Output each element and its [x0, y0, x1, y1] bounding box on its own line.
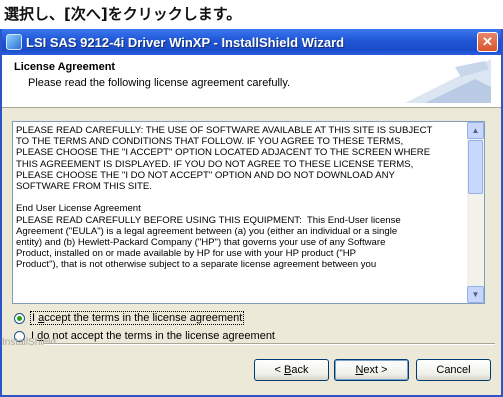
scroll-down-button[interactable]: ▼: [467, 286, 484, 303]
cancel-button[interactable]: Cancel: [416, 359, 491, 381]
next-button[interactable]: Next >: [334, 359, 409, 381]
instruction-caption: 選択し、[次へ]をクリックします。: [4, 5, 242, 23]
back-button[interactable]: < Back: [254, 359, 329, 381]
installer-window: LSI SAS 9212-4i Driver WinXP - InstallSh…: [0, 29, 503, 397]
decline-label[interactable]: I do not accept the terms in the license…: [31, 330, 275, 342]
accept-radio[interactable]: [14, 312, 25, 324]
license-scrollbar[interactable]: ▲ ▼: [467, 122, 484, 303]
arrow-up-icon: ▲: [471, 126, 480, 135]
close-icon: ✕: [482, 34, 493, 49]
accept-option[interactable]: I accept the terms in the license agreem…: [14, 310, 245, 326]
scroll-thumb[interactable]: [468, 140, 483, 194]
page-title: License Agreement: [14, 61, 116, 73]
header-panel: License Agreement Please read the follow…: [2, 55, 501, 108]
close-button[interactable]: ✕: [477, 32, 498, 52]
installer-app-icon: [6, 34, 22, 50]
footer-divider: [44, 343, 495, 345]
page-subtitle: Please read the following license agreem…: [28, 77, 291, 89]
arrow-down-icon: ▼: [471, 290, 480, 299]
installshield-graphic-icon: [405, 59, 491, 103]
title-bar[interactable]: LSI SAS 9212-4i Driver WinXP - InstallSh…: [2, 29, 501, 55]
window-title: LSI SAS 9212-4i Driver WinXP - InstallSh…: [26, 34, 345, 50]
accept-label[interactable]: I accept the terms in the license agreem…: [29, 311, 245, 325]
license-text-box[interactable]: PLEASE READ CAREFULLY: THE USE OF SOFTWA…: [12, 121, 485, 304]
scroll-up-button[interactable]: ▲: [467, 122, 484, 139]
license-text: PLEASE READ CAREFULLY: THE USE OF SOFTWA…: [16, 125, 433, 271]
